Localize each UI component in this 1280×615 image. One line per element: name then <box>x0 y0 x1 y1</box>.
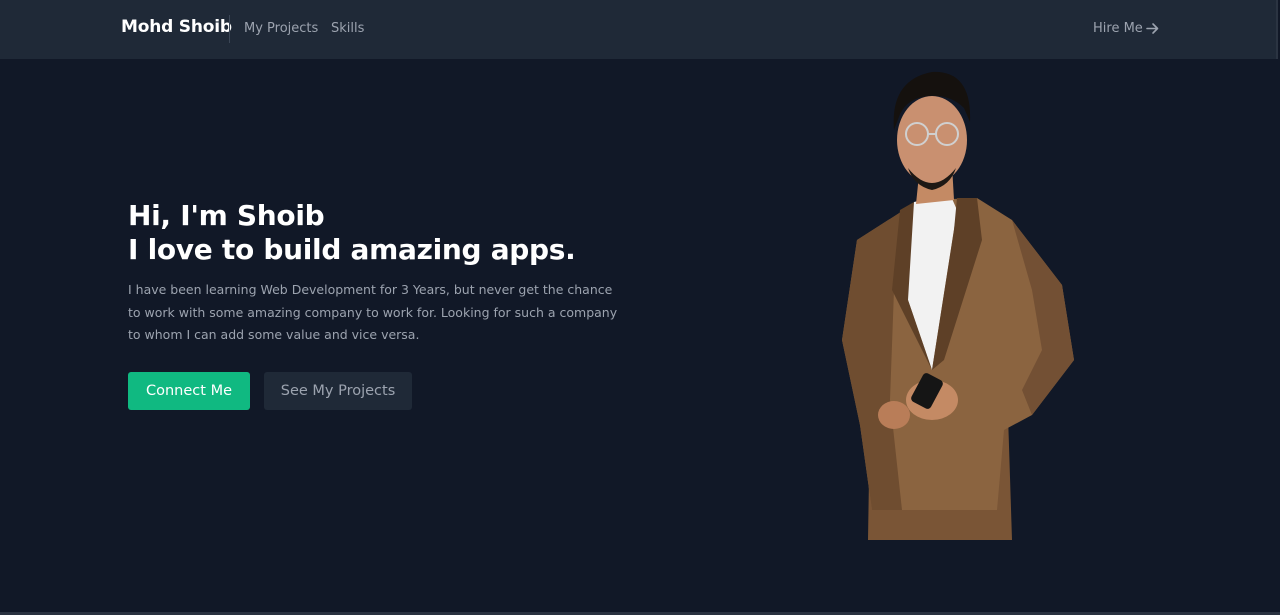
hire-me-link[interactable]: Hire Me <box>1093 21 1159 36</box>
connect-me-button[interactable]: Connect Me <box>128 372 250 410</box>
brand-logo[interactable]: Mohd Shoib <box>121 17 232 37</box>
hire-me-label: Hire Me <box>1093 21 1143 36</box>
page: Mohd Shoib My Projects Skills Hire Me Hi… <box>0 0 1280 615</box>
hero-title: Hi, I'm Shoib I love to build amazing ap… <box>128 199 576 267</box>
arrow-right-icon <box>1145 22 1159 35</box>
hero-tagline: I love to build amazing apps. <box>128 233 576 266</box>
navbar: Mohd Shoib My Projects Skills Hire Me <box>0 0 1278 59</box>
hero-description: I have been learning Web Development for… <box>128 282 618 342</box>
nav-link-skills[interactable]: Skills <box>331 21 364 36</box>
hero-greeting: Hi, I'm Shoib <box>128 199 325 232</box>
nav-divider <box>229 15 230 43</box>
profile-photo <box>832 70 1080 540</box>
see-my-projects-button[interactable]: See My Projects <box>264 372 412 410</box>
nav-link-my-projects[interactable]: My Projects <box>244 21 318 36</box>
